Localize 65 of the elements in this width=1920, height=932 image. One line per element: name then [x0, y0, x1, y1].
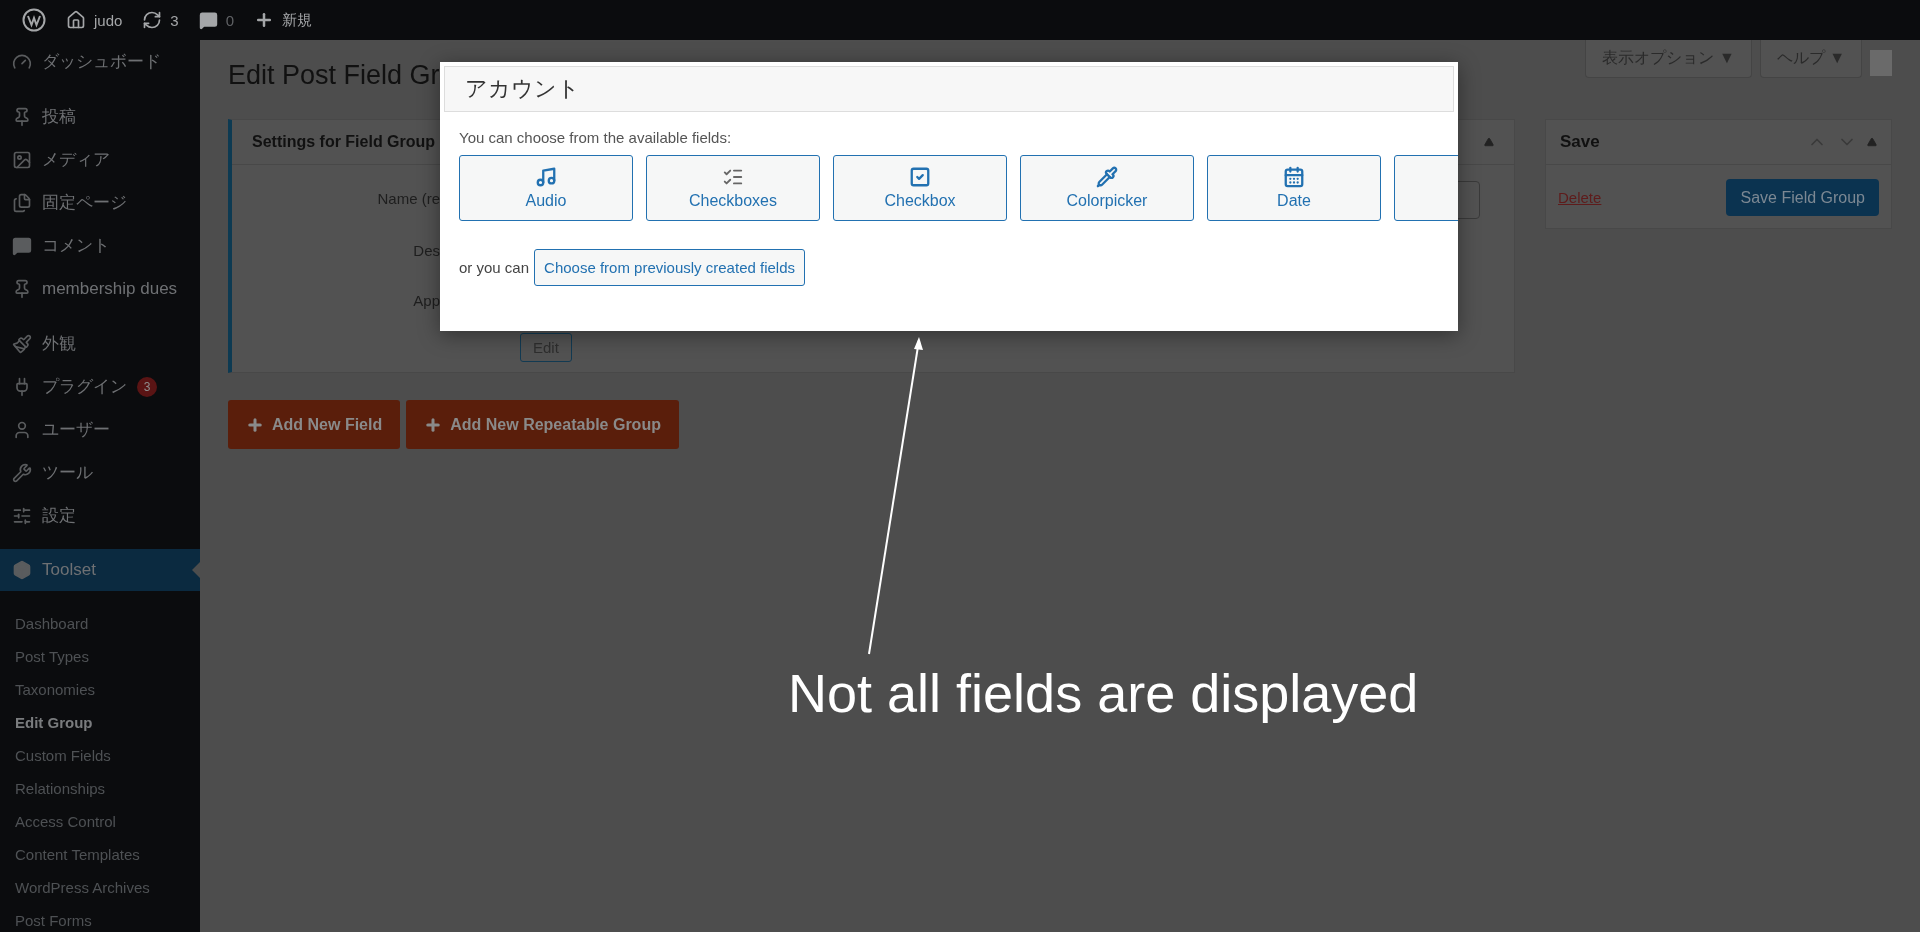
submenu-item[interactable]: Access Control — [0, 805, 200, 838]
add-button[interactable]: Add New Field — [228, 400, 401, 449]
block-icon — [12, 560, 32, 580]
sidebar-item[interactable]: 設定 — [0, 494, 200, 537]
brush-icon — [12, 333, 32, 354]
page-title: Edit Post Field Gr — [228, 60, 440, 91]
submenu-item[interactable]: Dashboard — [0, 607, 200, 640]
submenu-item[interactable]: Post Types — [0, 640, 200, 673]
home-icon — [66, 10, 86, 30]
field-type-button[interactable]: Checkboxes — [646, 155, 820, 221]
dialog-title: アカウント — [444, 66, 1454, 112]
sidebar-item[interactable]: membership dues — [0, 267, 200, 310]
sidebar-item[interactable]: メディア — [0, 138, 200, 181]
submenu-item[interactable]: Taxonomies — [0, 673, 200, 706]
plus-icon — [246, 415, 264, 434]
submenu-item[interactable]: WordPress Archives — [0, 871, 200, 904]
panel-title: Settings for Field Group — [252, 133, 436, 151]
field-type-button[interactable]: Checkbox — [833, 155, 1007, 221]
pages-icon — [12, 192, 32, 213]
choose-existing-button[interactable]: Choose from previously created fields — [534, 249, 805, 286]
comment-icon — [12, 235, 32, 256]
comment-icon[interactable] — [198, 10, 218, 30]
music-note-icon — [535, 166, 557, 188]
field-type-button[interactable]: Audio — [459, 155, 633, 221]
wrench-icon — [12, 462, 32, 483]
panel-title: Save — [1560, 132, 1600, 152]
sidebar-item[interactable]: ダッシュボード — [0, 40, 200, 83]
or-text: or you can — [459, 259, 530, 276]
sidebar-item[interactable]: Toolset — [0, 549, 200, 591]
sidebar-item[interactable]: ユーザー — [0, 408, 200, 451]
sidebar-item[interactable]: ツール — [0, 451, 200, 494]
calendar-icon — [1283, 166, 1305, 188]
sidebar-item[interactable]: 外観 — [0, 322, 200, 365]
updates-icon[interactable] — [142, 10, 163, 30]
current-page-notch — [192, 562, 200, 578]
sidebar-item[interactable]: 固定ページ — [0, 181, 200, 224]
user-icon — [12, 419, 32, 440]
plus-icon — [424, 415, 443, 434]
submenu-item[interactable]: Relationships — [0, 772, 200, 805]
add-button[interactable]: Add New Repeatable Group — [406, 400, 679, 449]
pin-icon — [12, 278, 32, 299]
submenu-item[interactable]: Post Forms — [0, 904, 200, 932]
field-type-button[interactable]: Date — [1207, 155, 1381, 221]
wordpress-logo-icon[interactable] — [22, 8, 46, 32]
pin-icon — [12, 106, 32, 127]
submenu-item[interactable]: Custom Fields — [0, 739, 200, 772]
save-button[interactable]: Save Field Group — [1726, 179, 1879, 216]
new-link[interactable]: 新規 — [282, 10, 313, 30]
sliders-icon — [12, 505, 32, 526]
submenu-item[interactable]: Content Templates — [0, 838, 200, 871]
checkbox-icon — [909, 166, 931, 188]
updates-count[interactable]: 3 — [170, 11, 179, 29]
update-badge: 3 — [137, 376, 157, 397]
site-link[interactable]: judo — [66, 10, 123, 30]
eyedropper-icon — [1096, 166, 1118, 188]
sidebar-item[interactable]: 投稿 — [0, 95, 200, 138]
site-name[interactable]: judo — [94, 11, 123, 29]
sidebar-item[interactable]: プラグイン 3 — [0, 365, 200, 408]
media-icon — [12, 149, 32, 170]
comments-count[interactable]: 0 — [225, 11, 235, 29]
field-type-button[interactable]: Colorpicker — [1020, 155, 1194, 221]
sidebar-item[interactable]: コメント — [0, 224, 200, 267]
submenu-item[interactable]: Edit Group — [0, 706, 200, 739]
dialog-intro: You can choose from the available fields: — [458, 128, 733, 146]
annotation-text: Not all fields are displayed — [788, 662, 1419, 724]
